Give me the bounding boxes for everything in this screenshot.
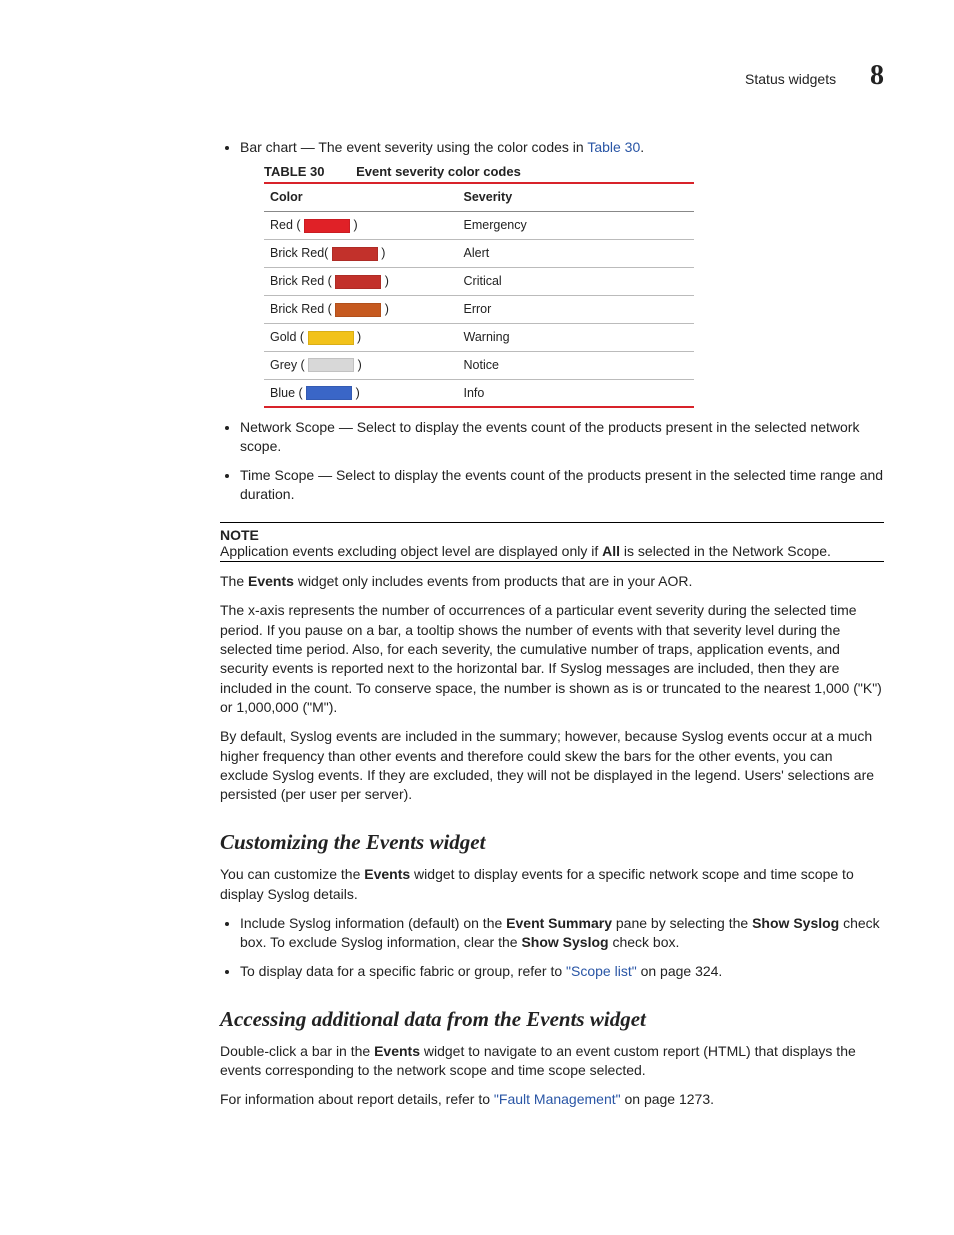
para-events-widget: The Events widget only includes events f… (220, 572, 884, 591)
text-segment: is selected in the Network Scope. (620, 543, 831, 559)
text-segment: ) (381, 302, 389, 316)
table-row: Red ( )Emergency (264, 212, 694, 240)
table-severity-colors: Color Severity Red ( )EmergencyBrick Red… (264, 182, 694, 408)
text-segment: Brick Red( (270, 246, 332, 260)
note-body: Application events excluding object leve… (220, 543, 884, 559)
col-header-color: Color (264, 183, 458, 211)
table-row: Gold ( )Warning (264, 323, 694, 351)
color-swatch (335, 275, 381, 289)
color-swatch (335, 303, 381, 317)
cell-color: Red ( ) (264, 212, 458, 240)
table-row: Blue ( )Info (264, 379, 694, 407)
cell-color: Blue ( ) (264, 379, 458, 407)
color-swatch (304, 219, 350, 233)
text-segment: Include Syslog information (default) on … (240, 915, 506, 931)
text-segment: ) (381, 274, 389, 288)
cell-severity: Error (458, 295, 695, 323)
text-segment: Application events excluding object leve… (220, 543, 602, 559)
color-swatch (308, 331, 354, 345)
text-segment: ) (378, 246, 386, 260)
table-title: Event severity color codes (356, 164, 521, 179)
text-segment: Blue ( (270, 386, 306, 400)
bold-text: Event Summary (506, 915, 612, 931)
text-segment: . (640, 139, 644, 155)
cell-severity: Alert (458, 240, 695, 268)
text-segment: The (220, 573, 248, 589)
text-segment: For information about report details, re… (220, 1091, 494, 1107)
cell-severity: Warning (458, 323, 695, 351)
note-block: NOTE Application events excluding object… (220, 522, 884, 562)
text-segment: ) (354, 358, 362, 372)
para-xaxis: The x-axis represents the number of occu… (220, 601, 884, 717)
text-segment: Double-click a bar in the (220, 1043, 374, 1059)
color-swatch (332, 247, 378, 261)
header-section: Status widgets (745, 71, 836, 87)
table-label: TABLE 30 (264, 164, 324, 179)
cell-severity: Notice (458, 351, 695, 379)
cell-color: Brick Red ( ) (264, 295, 458, 323)
text-segment: ) (352, 386, 360, 400)
link-scope-list[interactable]: "Scope list" (566, 963, 637, 979)
bullet-include-syslog: Include Syslog information (default) on … (240, 914, 884, 952)
text-segment: check box. (609, 934, 680, 950)
bullet-bar-chart: Bar chart — The event severity using the… (240, 138, 884, 408)
text-segment: Brick Red ( (270, 274, 335, 288)
text-segment: Gold ( (270, 330, 308, 344)
note-title: NOTE (220, 527, 884, 543)
col-header-severity: Severity (458, 183, 695, 211)
text-segment: Grey ( (270, 358, 308, 372)
text-segment: You can customize the (220, 866, 364, 882)
text-segment: on page 1273. (621, 1091, 714, 1107)
cell-severity: Emergency (458, 212, 695, 240)
heading-customizing: Customizing the Events widget (70, 830, 884, 855)
link-table-30[interactable]: Table 30 (587, 139, 640, 155)
text-segment: ) (354, 330, 362, 344)
table-row: Brick Red ( )Error (264, 295, 694, 323)
chapter-number: 8 (870, 60, 884, 91)
bold-text: Events (364, 866, 410, 882)
bullet-time-scope: Time Scope — Select to display the event… (240, 466, 884, 504)
cell-color: Brick Red ( ) (264, 268, 458, 296)
color-swatch (308, 358, 354, 372)
table-30-block: TABLE 30 Event severity color codes Colo… (264, 163, 884, 409)
para-fault-mgmt: For information about report details, re… (220, 1090, 884, 1109)
link-fault-management[interactable]: "Fault Management" (494, 1091, 621, 1107)
cell-color: Gold ( ) (264, 323, 458, 351)
page-header: Status widgets 8 (70, 60, 884, 92)
text-segment: To display data for a specific fabric or… (240, 963, 566, 979)
para-syslog-default: By default, Syslog events are included i… (220, 727, 884, 804)
text-segment: ) (350, 218, 358, 232)
table-row: Brick Red( )Alert (264, 240, 694, 268)
bold-text: Show Syslog (521, 934, 608, 950)
bullet-scope-list: To display data for a specific fabric or… (240, 962, 884, 981)
bold-text: All (602, 543, 620, 559)
text-segment: widget only includes events from product… (294, 573, 692, 589)
bold-text: Events (248, 573, 294, 589)
cell-severity: Critical (458, 268, 695, 296)
color-swatch (306, 386, 352, 400)
cell-color: Brick Red( ) (264, 240, 458, 268)
bold-text: Events (374, 1043, 420, 1059)
cell-color: Grey ( ) (264, 351, 458, 379)
para-double-click: Double-click a bar in the Events widget … (220, 1042, 884, 1081)
para-customize: You can customize the Events widget to d… (220, 865, 884, 904)
main-content: Bar chart — The event severity using the… (70, 138, 884, 1110)
bullet-network-scope: Network Scope — Select to display the ev… (240, 418, 884, 456)
table-row: Grey ( )Notice (264, 351, 694, 379)
table-row: Brick Red ( )Critical (264, 268, 694, 296)
bold-text: Show Syslog (752, 915, 839, 931)
cell-severity: Info (458, 379, 695, 407)
text-segment: pane by selecting the (612, 915, 752, 931)
text-segment: on page 324. (637, 963, 723, 979)
text-segment: Red ( (270, 218, 304, 232)
text-segment: Brick Red ( (270, 302, 335, 316)
text-segment: Bar chart — The event severity using the… (240, 139, 587, 155)
heading-accessing: Accessing additional data from the Event… (70, 1007, 884, 1032)
